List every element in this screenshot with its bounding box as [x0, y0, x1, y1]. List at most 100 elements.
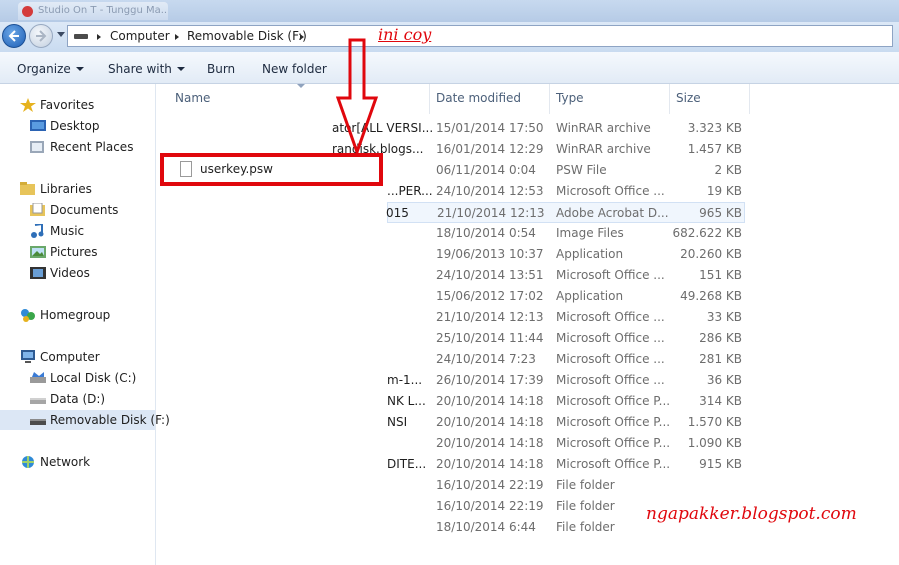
file-date: 06/11/2014 0:04 — [436, 163, 536, 177]
file-type: Application — [556, 289, 624, 303]
documents-icon — [30, 203, 45, 216]
file-row[interactable]: 21/10/2014 12:13 Microsoft Office ... 33… — [157, 307, 899, 328]
file-date: 20/10/2014 14:18 — [436, 415, 544, 429]
file-row[interactable]: ator[ALL VERSI... 15/01/2014 17:50 WinRA… — [157, 118, 899, 139]
file-row-selected[interactable]: 015 21/10/2014 12:13 Adobe Acrobat D... … — [386, 202, 745, 223]
file-name: DITE... — [387, 457, 427, 471]
file-type: Microsoft Office ... — [556, 352, 665, 366]
file-type: Microsoft Office P... — [556, 457, 671, 471]
file-type: Microsoft Office P... — [556, 394, 671, 408]
file-date: 20/10/2014 14:18 — [436, 394, 544, 408]
app-favicon-icon — [22, 6, 33, 17]
organize-button[interactable]: Organize — [17, 62, 84, 76]
command-bar: Organize Share with Burn New folder — [0, 52, 899, 84]
file-size: 1.457 KB — [687, 142, 742, 156]
column-divider[interactable] — [749, 84, 750, 114]
new-folder-button[interactable]: New folder — [262, 62, 327, 76]
file-date: 24/10/2014 12:53 — [436, 184, 544, 198]
file-size: 36 KB — [706, 373, 742, 387]
file-row[interactable]: 19/06/2013 10:37 Application 20.260 KB — [157, 244, 899, 265]
videos-icon — [30, 267, 46, 279]
file-row[interactable]: 15/06/2012 17:02 Application 49.268 KB — [157, 286, 899, 307]
highlight-box[interactable]: userkey.psw — [160, 153, 383, 186]
usb-drive-icon — [30, 419, 46, 425]
file-type: WinRAR archive — [556, 142, 651, 156]
arrow-right-icon — [36, 30, 47, 42]
column-header-date[interactable]: Date modified — [436, 91, 521, 105]
column-header-size[interactable]: Size — [676, 91, 701, 105]
file-date: 16/10/2014 22:19 — [436, 478, 544, 492]
sidebar-label: Local Disk (C:) — [50, 371, 137, 385]
file-type: Microsoft Office P... — [556, 436, 671, 450]
file-type: File folder — [556, 499, 615, 513]
sidebar-label: Videos — [50, 266, 90, 280]
file-row[interactable]: NK L... 20/10/2014 14:18 Microsoft Offic… — [157, 391, 899, 412]
file-row[interactable]: 18/10/2014 0:54 Image Files 682.622 KB — [157, 223, 899, 244]
burn-button[interactable]: Burn — [207, 62, 235, 76]
share-with-label: Share with — [108, 62, 172, 76]
homegroup-icon — [21, 309, 35, 322]
file-row[interactable]: NSI 20/10/2014 14:18 Microsoft Office P.… — [157, 412, 899, 433]
file-size: 3.323 KB — [687, 121, 742, 135]
sidebar-label: Libraries — [40, 182, 92, 196]
sidebar-label: Homegroup — [40, 308, 111, 322]
sidebar-label: Recent Places — [50, 140, 134, 154]
file-row[interactable]: 20/10/2014 14:18 Microsoft Office P... 1… — [157, 433, 899, 454]
file-date: 19/06/2013 10:37 — [436, 247, 544, 261]
file-date: 16/01/2014 12:29 — [436, 142, 544, 156]
chevron-down-icon — [75, 67, 84, 71]
file-size: 965 KB — [699, 206, 742, 220]
file-date: 25/10/2014 11:44 — [436, 331, 544, 345]
chevron-right-icon[interactable] — [175, 34, 179, 40]
share-with-button[interactable]: Share with — [108, 62, 185, 76]
file-icon — [180, 161, 192, 177]
file-date: 26/10/2014 17:39 — [436, 373, 544, 387]
forward-button[interactable] — [29, 24, 53, 48]
column-divider[interactable] — [669, 84, 670, 114]
chevron-right-icon[interactable] — [97, 34, 101, 40]
column-divider[interactable] — [429, 84, 430, 114]
file-row[interactable]: 25/10/2014 11:44 Microsoft Office ... 28… — [157, 328, 899, 349]
file-name: m-1... — [387, 373, 423, 387]
file-row[interactable]: DITE... 20/10/2014 14:18 Microsoft Offic… — [157, 454, 899, 475]
address-box[interactable]: Computer Removable Disk (F:) — [67, 25, 893, 47]
recent-pages-dropdown-icon[interactable] — [57, 32, 65, 37]
address-bar-area: Computer Removable Disk (F:) — [0, 22, 899, 52]
sidebar-item-removable-disk[interactable]: Removable Disk (F:) — [0, 410, 170, 430]
file-row[interactable]: m-1... 26/10/2014 17:39 Microsoft Office… — [157, 370, 899, 391]
sort-indicator-icon — [297, 84, 305, 88]
file-size: 286 KB — [699, 331, 742, 345]
file-row[interactable]: 24/10/2014 13:51 Microsoft Office ... 15… — [157, 265, 899, 286]
file-size: 151 KB — [699, 268, 742, 282]
hard-drive-icon — [30, 398, 46, 404]
file-size: 915 KB — [699, 457, 742, 471]
file-date: 18/10/2014 0:54 — [436, 226, 536, 240]
file-type: Microsoft Office ... — [556, 268, 665, 282]
file-size: 33 KB — [706, 310, 742, 324]
file-date: 21/10/2014 12:13 — [436, 310, 544, 324]
file-name: NSI — [387, 415, 408, 429]
desktop-icon — [30, 120, 46, 131]
column-divider[interactable] — [549, 84, 550, 114]
file-type: WinRAR archive — [556, 121, 651, 135]
file-row[interactable]: 16/10/2014 22:19 File folder — [157, 475, 899, 496]
recent-places-icon — [30, 141, 44, 153]
breadcrumb-computer[interactable]: Computer — [110, 29, 170, 43]
file-type: Microsoft Office ... — [556, 331, 665, 345]
chevron-right-icon[interactable] — [300, 34, 304, 40]
file-type: File folder — [556, 520, 615, 534]
file-size: 281 KB — [699, 352, 742, 366]
sidebar-label: Documents — [50, 203, 119, 217]
back-button[interactable] — [2, 24, 26, 48]
file-name: NK L... — [387, 394, 426, 408]
computer-icon — [21, 350, 35, 363]
sidebar-label: Removable Disk (F:) — [50, 413, 170, 427]
column-header-name[interactable]: Name — [175, 91, 210, 105]
breadcrumb-removable-disk[interactable]: Removable Disk (F:) — [187, 29, 307, 43]
window-tab[interactable]: Studio On T - Tunggu Ma... — [18, 2, 168, 20]
file-name: 015 — [386, 206, 409, 220]
file-row[interactable]: 24/10/2014 7:23 Microsoft Office ... 281… — [157, 349, 899, 370]
column-header-type[interactable]: Type — [556, 91, 584, 105]
window-tab-title: Studio On T - Tunggu Ma... — [38, 5, 168, 16]
file-size: 314 KB — [699, 394, 742, 408]
